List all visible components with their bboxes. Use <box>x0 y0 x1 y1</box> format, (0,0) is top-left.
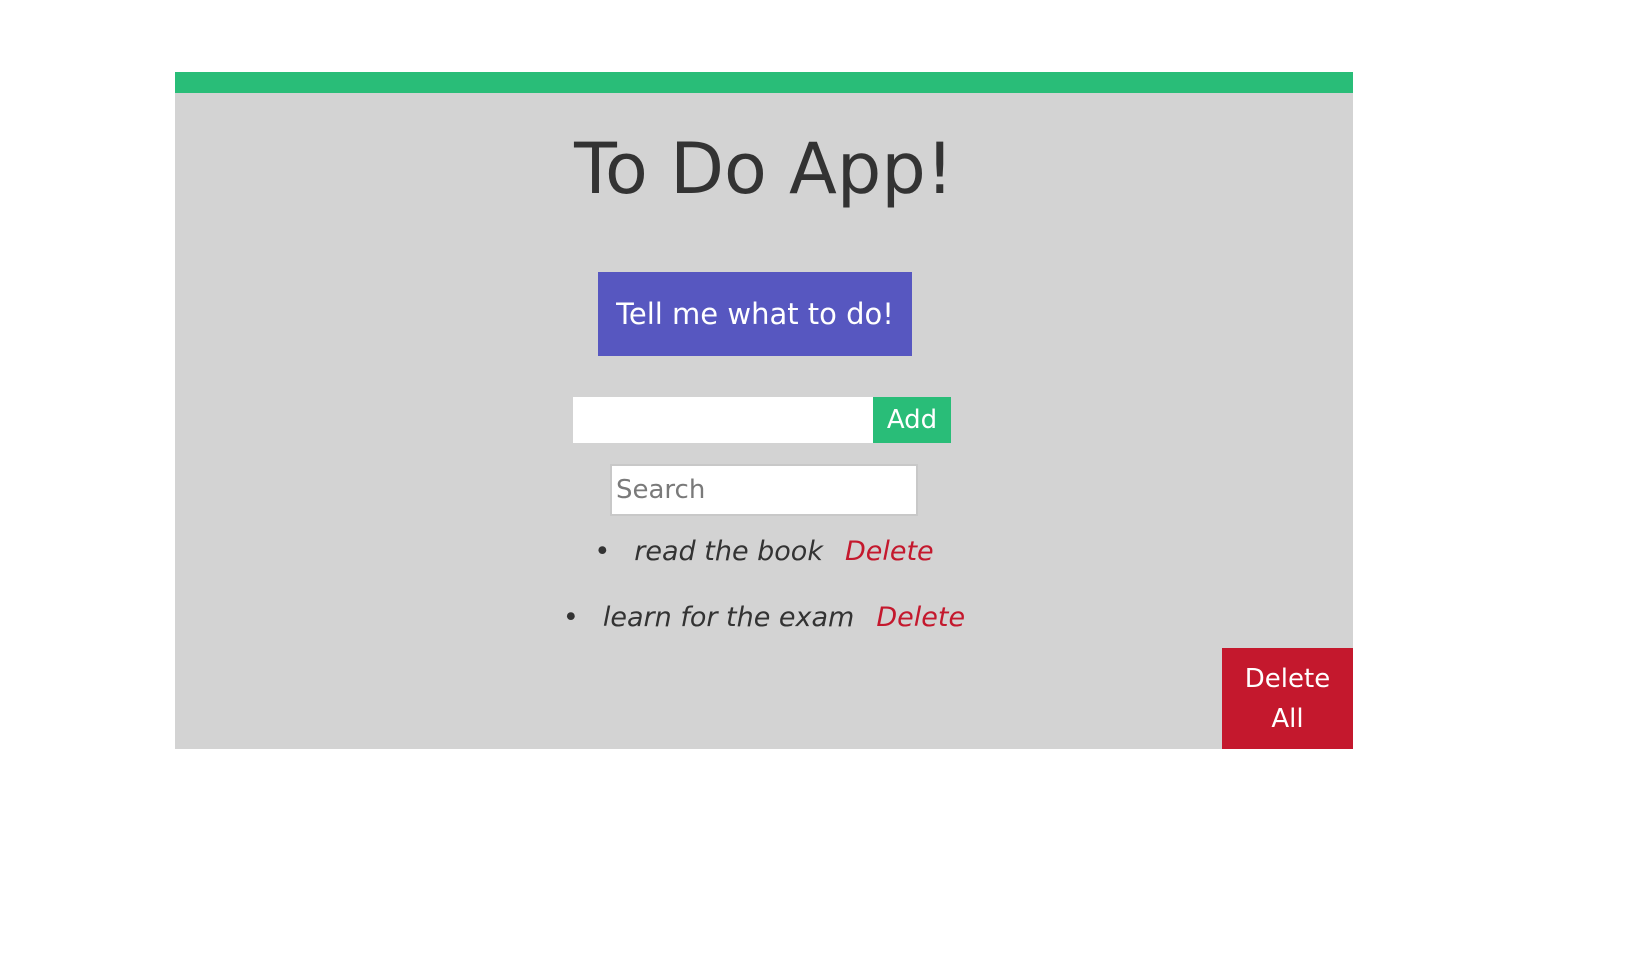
todo-item: • read the book Delete <box>175 534 1353 600</box>
todo-app-panel: To Do App! Tell me what to do! Add • read… <box>175 72 1353 749</box>
bullet-icon: • <box>594 536 611 567</box>
todo-item-text: learn for the exam <box>602 602 855 633</box>
suggest-task-button[interactable]: Tell me what to do! <box>598 272 912 356</box>
top-accent-bar <box>175 72 1353 93</box>
new-task-input[interactable] <box>573 397 873 443</box>
delete-item-link[interactable]: Delete <box>845 536 934 567</box>
bullet-icon: • <box>562 602 579 633</box>
add-button[interactable]: Add <box>873 397 951 443</box>
page-title: To Do App! <box>574 128 954 210</box>
search-input[interactable] <box>610 464 918 516</box>
delete-all-button[interactable]: Delete All <box>1222 648 1353 749</box>
todo-item-text: read the book <box>634 536 823 567</box>
todo-item: • learn for the exam Delete <box>175 600 1353 666</box>
delete-item-link[interactable]: Delete <box>876 602 965 633</box>
todo-list: • read the book Delete • learn for the exam… <box>175 534 1353 666</box>
